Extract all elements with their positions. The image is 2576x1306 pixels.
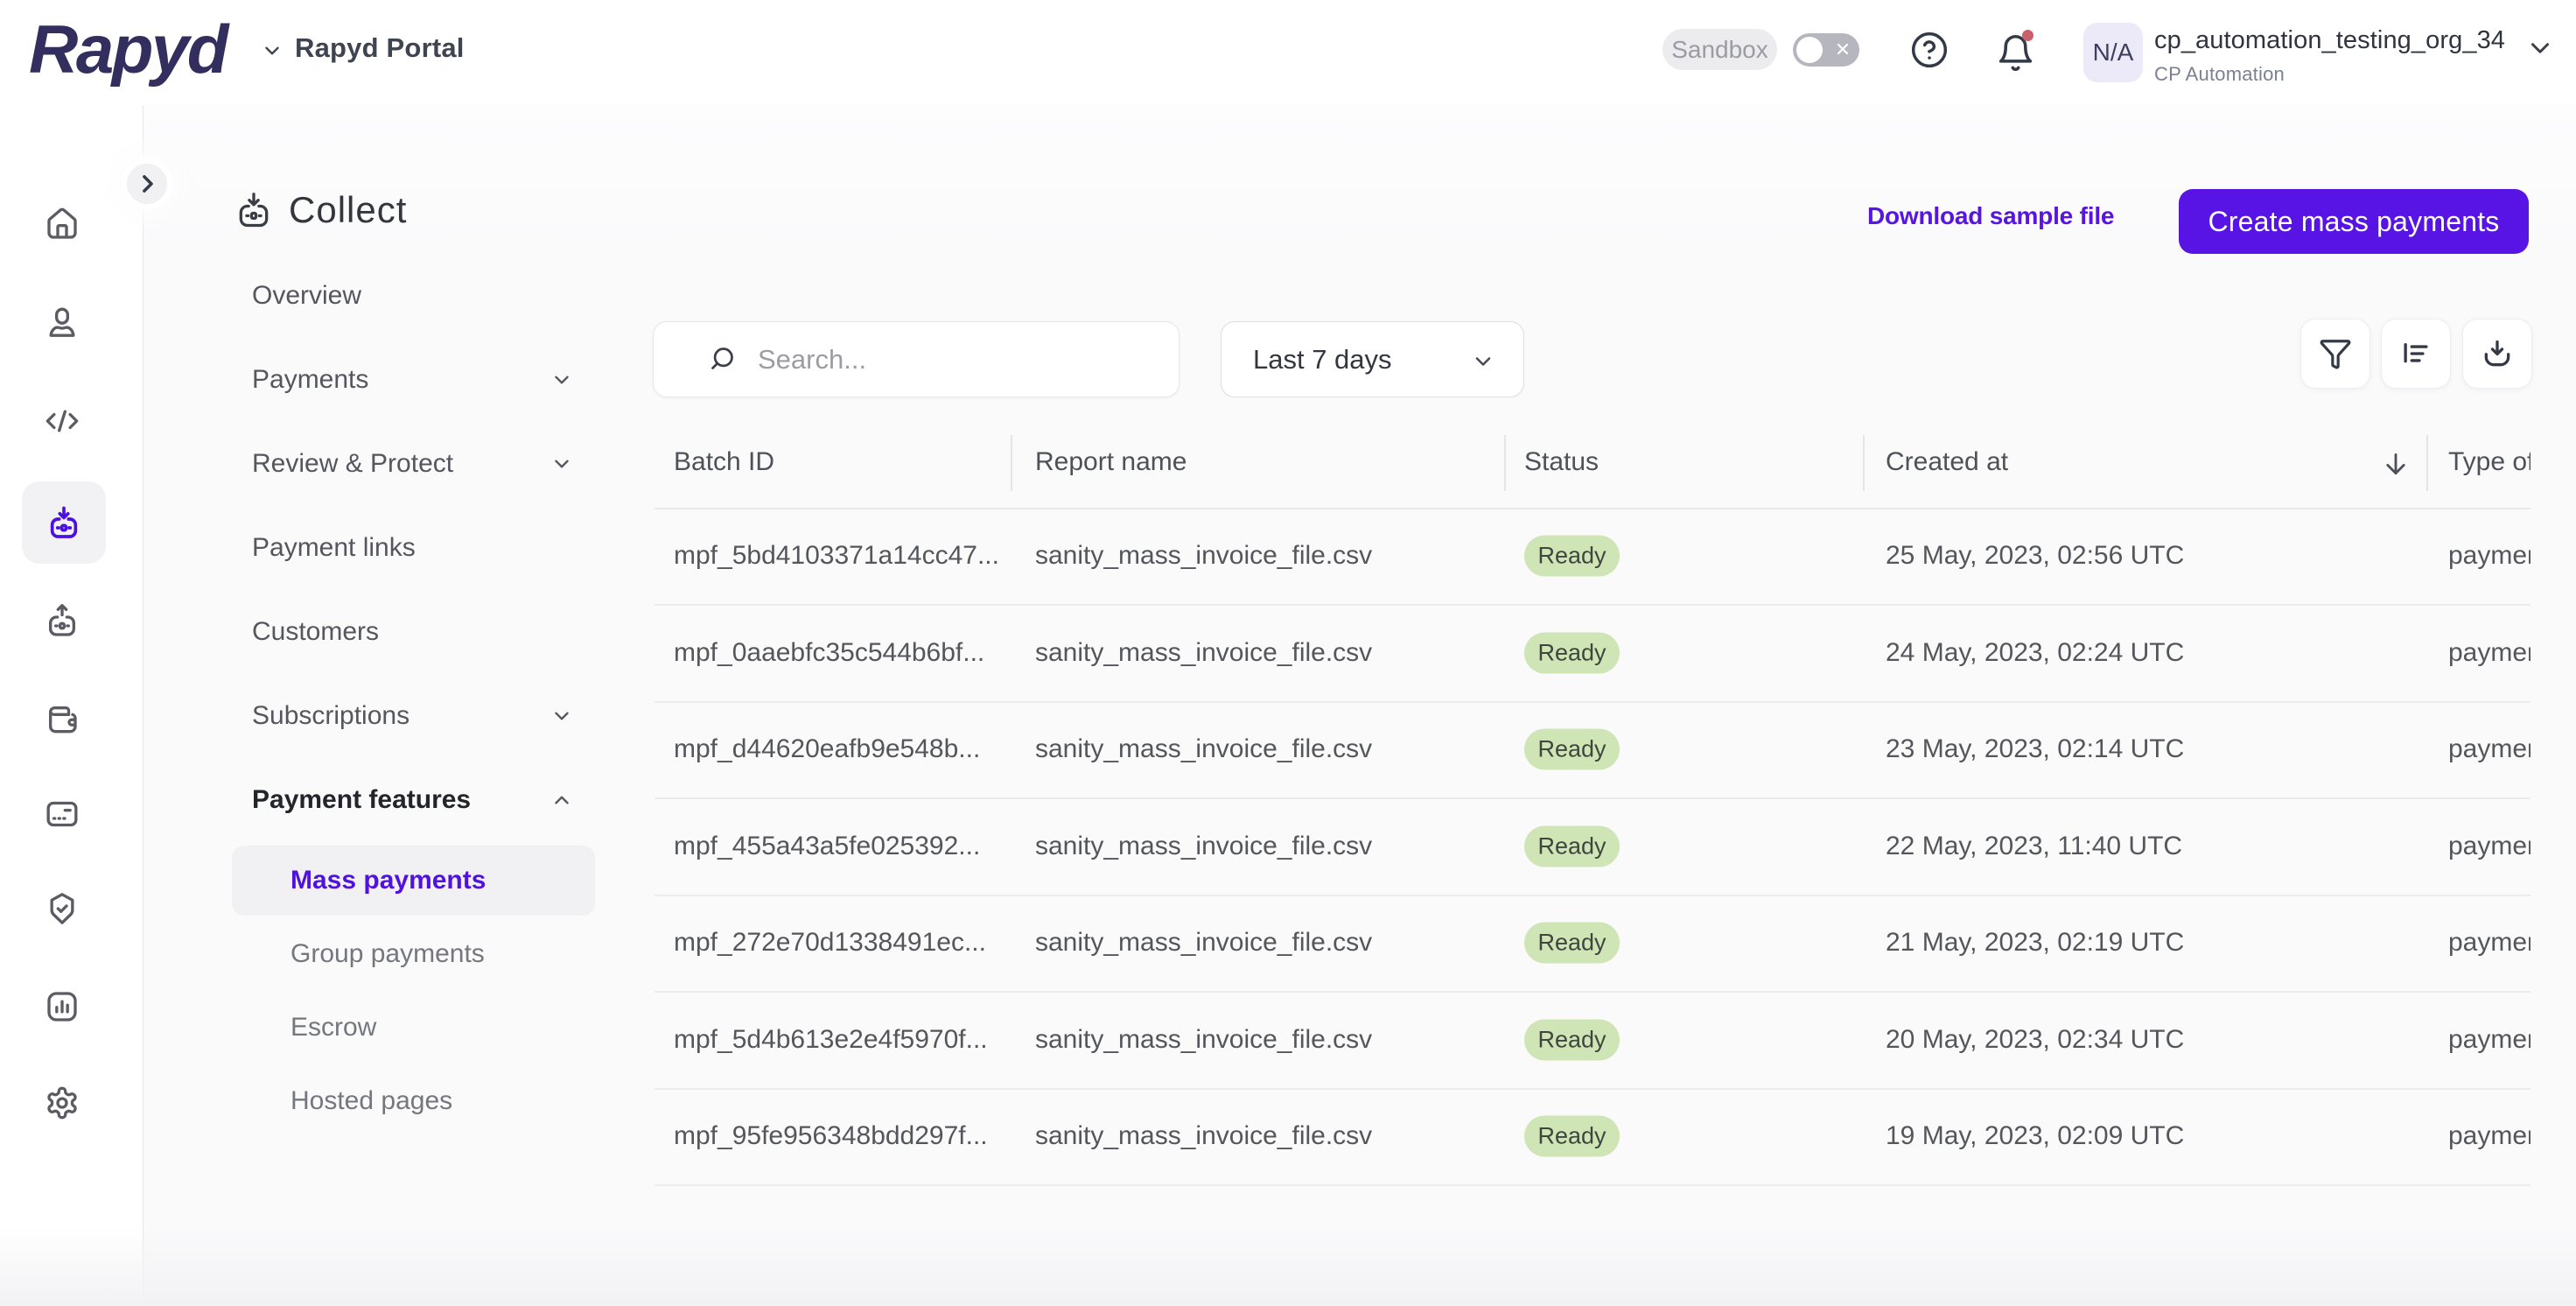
svg-text:Rapyd: Rapyd [29, 11, 230, 88]
